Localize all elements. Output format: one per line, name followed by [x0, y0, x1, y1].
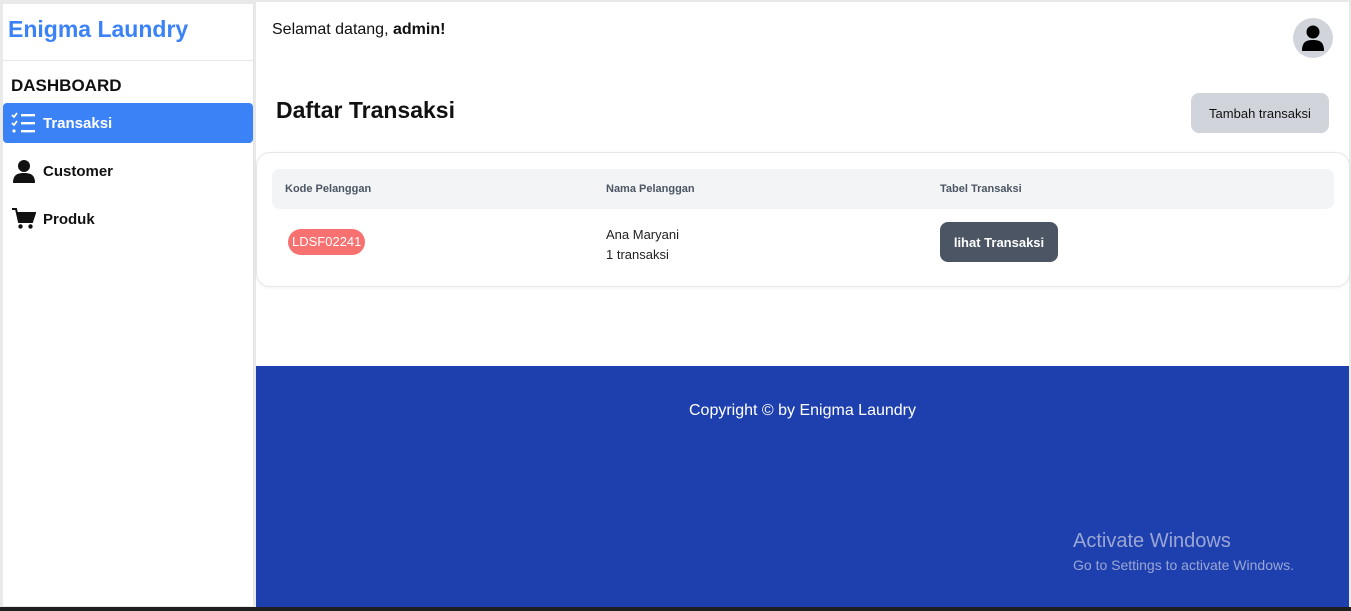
view-transactions-button[interactable]: lihat Transaksi	[940, 222, 1058, 262]
sidebar-item-label: Transaksi	[43, 114, 113, 132]
customer-code-badge: LDSF02241	[288, 229, 366, 255]
watermark-subtitle: Go to Settings to activate Windows.	[1073, 557, 1294, 573]
customer-name: Ana Maryani	[606, 227, 679, 242]
brand-logo[interactable]: Enigma Laundry	[3, 4, 253, 61]
page-title: Daftar Transaksi	[276, 97, 455, 123]
table-header: Kode Pelanggan Nama Pelanggan Tabel Tran…	[272, 169, 1334, 209]
sidebar-item-produk[interactable]: Produk	[3, 199, 253, 239]
username: admin!	[392, 21, 446, 38]
add-transaction-button[interactable]: Tambah transaksi	[1191, 93, 1329, 133]
welcome-text: Selamat datang, admin!	[272, 21, 445, 39]
dashboard-label: DASHBOARD	[11, 76, 122, 95]
user-avatar-icon[interactable]	[1293, 18, 1333, 58]
watermark-title: Activate Windows	[1073, 530, 1231, 552]
sidebar-item-transaksi[interactable]: Transaksi	[3, 103, 253, 143]
column-header-nama: Nama Pelanggan	[606, 183, 695, 195]
app-window: Enigma Laundry DASHBOARD Transaksi Custo…	[0, 0, 1351, 607]
main-content: Selamat datang, admin! Daftar Transaksi …	[256, 2, 1350, 366]
welcome-prefix: Selamat datang,	[272, 21, 393, 38]
sidebar: Enigma Laundry DASHBOARD Transaksi Custo…	[3, 4, 254, 606]
copyright-text: Copyright © by Enigma Laundry	[688, 402, 916, 419]
sidebar-item-label: Produk	[43, 210, 95, 228]
customer-name-cell: Ana Maryani 1 transaksi	[606, 225, 679, 265]
column-header-tabel: Tabel Transaksi	[940, 183, 1022, 195]
activate-windows-watermark: Activate Windows Go to Settings to activ…	[1073, 530, 1294, 573]
footer: Copyright © by Enigma Laundry Activate W…	[256, 366, 1349, 607]
sidebar-item-customer[interactable]: Customer	[3, 151, 253, 191]
list-check-icon	[11, 110, 37, 136]
cart-icon	[11, 206, 37, 232]
transactions-table-card: Kode Pelanggan Nama Pelanggan Tabel Tran…	[256, 152, 1350, 287]
user-icon	[11, 158, 37, 184]
column-header-kode: Kode Pelanggan	[285, 183, 372, 195]
sidebar-item-label: Customer	[43, 162, 114, 180]
table-row: LDSF02241 Ana Maryani 1 transaksi lihat …	[272, 213, 1334, 273]
transaction-count: 1 transaksi	[606, 247, 669, 262]
